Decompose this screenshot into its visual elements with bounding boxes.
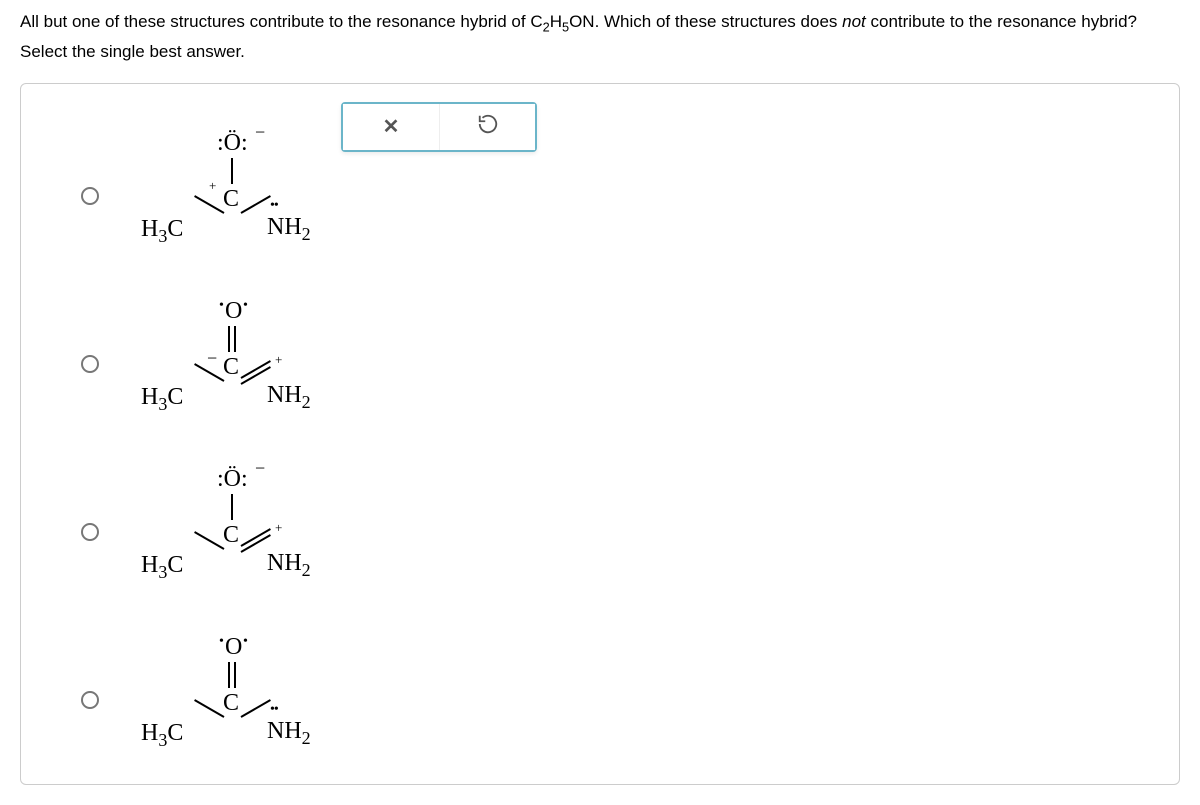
option-1: :Ö: − + C H3C •• NH2: [81, 136, 1155, 256]
options-list: :Ö: − + C H3C •• NH2: [81, 136, 1155, 760]
o-atom: O: [225, 298, 242, 325]
structure-2: • O • − C H3C + NH2: [135, 304, 325, 424]
o-lonedot-l: •: [219, 634, 223, 650]
radio-3[interactable]: [81, 523, 99, 541]
option-2: • O • − C H3C + NH2: [81, 304, 1155, 424]
o-atom: :Ö:: [217, 130, 248, 157]
answer-area: ✕ :Ö: − + C: [20, 83, 1180, 785]
h3c-label: H3C: [141, 384, 183, 415]
c-n-bond: [241, 699, 271, 718]
clear-button[interactable]: ✕: [343, 104, 439, 150]
o-lonedot-l: •: [219, 298, 223, 314]
o-atom: :Ö:: [217, 466, 248, 493]
c-o-bond-b: [234, 326, 236, 352]
option-4: • O • C H3C •• NH2: [81, 640, 1155, 760]
c-ch3-bond: [194, 195, 224, 214]
c-ch3-bond: [194, 531, 224, 550]
c-o-bond: [231, 158, 233, 184]
n-lonepair: ••: [270, 702, 278, 718]
n-lonepair: ••: [270, 198, 278, 214]
structure-3: :Ö: − C H3C + NH2: [135, 472, 325, 592]
plus-charge: +: [275, 520, 282, 536]
nh2-label: NH2: [267, 214, 311, 245]
toolbar: ✕: [341, 102, 537, 152]
not-word: not: [842, 12, 866, 31]
radio-4[interactable]: [81, 691, 99, 709]
minus-charge: −: [207, 348, 217, 369]
question-text: All but one of these structures contribu…: [20, 8, 1180, 67]
x-icon: ✕: [383, 114, 400, 139]
h3c-label: H3C: [141, 720, 183, 751]
plus-charge: +: [209, 178, 216, 194]
minus-charge: −: [255, 122, 265, 143]
o-lonedot-r: •: [243, 298, 247, 314]
reset-icon: [477, 113, 499, 140]
c-o-bond-b: [234, 662, 236, 688]
molecule-formula: C2H5ON: [530, 12, 594, 31]
q-part1: All but one of these structures contribu…: [20, 12, 530, 31]
nh2-label: NH2: [267, 718, 311, 749]
c-n-bond: [241, 195, 271, 214]
reset-button[interactable]: [439, 104, 535, 150]
c-o-bond-a: [228, 662, 230, 688]
c-o-bond: [231, 494, 233, 520]
structure-1: :Ö: − + C H3C •• NH2: [135, 136, 325, 256]
minus-charge: −: [255, 458, 265, 479]
nh2-label: NH2: [267, 382, 311, 413]
radio-1[interactable]: [81, 187, 99, 205]
c-atom: C: [223, 690, 239, 717]
o-atom: O: [225, 634, 242, 661]
c-o-bond-a: [228, 326, 230, 352]
q-part2: . Which of these structures does: [595, 12, 843, 31]
c-atom: C: [223, 186, 239, 213]
h3c-label: H3C: [141, 216, 183, 247]
c-ch3-bond: [194, 699, 224, 718]
option-3: :Ö: − C H3C + NH2: [81, 472, 1155, 592]
radio-2[interactable]: [81, 355, 99, 373]
plus-charge: +: [275, 352, 282, 368]
o-lonedot-r: •: [243, 634, 247, 650]
c-atom: C: [223, 354, 239, 381]
structure-4: • O • C H3C •• NH2: [135, 640, 325, 760]
nh2-label: NH2: [267, 550, 311, 581]
c-atom: C: [223, 522, 239, 549]
h3c-label: H3C: [141, 552, 183, 583]
